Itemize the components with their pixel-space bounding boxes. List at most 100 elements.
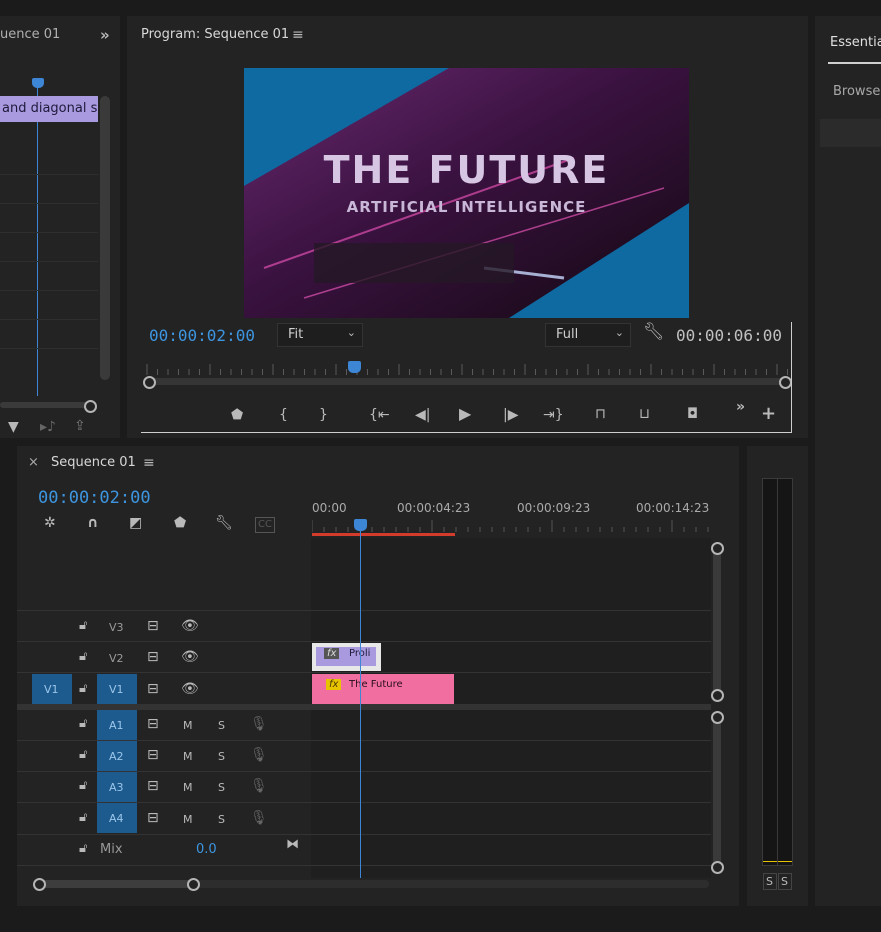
scroll-knob[interactable] [711, 689, 724, 702]
snap-magnet-icon[interactable]: ∩ [87, 516, 98, 530]
lock-icon[interactable]: 🔓︎ [79, 717, 87, 731]
resolution-select[interactable]: Full ⌄ [545, 323, 631, 347]
source-scroll-knob[interactable] [84, 400, 97, 413]
microphone-icon[interactable]: 🎙︎ [250, 779, 268, 793]
scroll-knob[interactable] [711, 711, 724, 724]
microphone-icon[interactable]: 🎙︎ [250, 811, 268, 825]
microphone-icon[interactable]: 🎙︎ [250, 748, 268, 762]
play-icon[interactable]: ▶ [459, 406, 471, 422]
step-forward-icon[interactable]: |▶ [503, 408, 518, 422]
lock-icon[interactable]: 🔓︎ [79, 682, 87, 696]
sync-lock-icon[interactable]: ⊟ [147, 682, 159, 696]
source-tab-label[interactable]: uence 01 [0, 27, 60, 42]
hamburger-icon[interactable]: ≡ [143, 456, 155, 470]
track-target-a1[interactable]: A1 [97, 710, 137, 740]
track-target-a3[interactable]: A3 [97, 772, 137, 802]
solo-right-button[interactable]: S [778, 873, 792, 890]
add-button-icon[interactable]: + [761, 405, 776, 423]
track-name-v3[interactable]: V3 [109, 621, 124, 634]
eye-icon[interactable]: 👁︎ [181, 650, 199, 664]
mute-button[interactable]: M [183, 719, 193, 732]
lock-icon[interactable]: 🔓︎ [79, 842, 87, 856]
export-icon[interactable]: ⇪ [74, 419, 86, 433]
scroll-knob[interactable] [711, 542, 724, 555]
nest-sequence-icon[interactable]: ✲ [44, 516, 56, 530]
sync-lock-icon[interactable]: ⊟ [147, 811, 159, 825]
program-scrubber-bar[interactable] [149, 378, 785, 385]
scroll-knob[interactable] [711, 861, 724, 874]
captions-icon[interactable]: CC [255, 517, 275, 533]
source-playhead-handle[interactable] [32, 78, 44, 88]
timeline-current-time[interactable]: 00:00:02:00 [38, 488, 151, 508]
eye-icon[interactable]: 👁︎ [181, 619, 199, 633]
step-back-icon[interactable]: ◀| [415, 408, 430, 422]
track-target-a4[interactable]: A4 [97, 803, 137, 833]
timeline-ruler-ticks[interactable] [312, 520, 712, 534]
go-to-in-icon[interactable]: {⇤ [369, 408, 390, 422]
solo-button[interactable]: S [218, 781, 225, 794]
mark-out-icon[interactable]: } [319, 408, 328, 422]
sync-lock-icon[interactable]: ⊟ [147, 717, 159, 731]
work-area-bar[interactable] [312, 533, 455, 536]
solo-left-button[interactable]: S [763, 873, 777, 890]
audio-play-icon[interactable]: ▸♪ [40, 420, 56, 434]
mark-in-icon[interactable]: { [279, 408, 288, 422]
add-marker-icon[interactable]: ⬟ [174, 516, 186, 530]
linked-selection-icon[interactable]: ◩ [129, 516, 142, 530]
program-monitor-title[interactable]: Program: Sequence 01 [141, 27, 289, 42]
program-playhead[interactable] [348, 361, 361, 373]
add-marker-icon[interactable]: ⬟ [231, 408, 243, 422]
hamburger-icon[interactable]: ≡ [292, 28, 304, 42]
camera-icon[interactable]: ◘ [687, 407, 698, 421]
lift-icon[interactable]: ⊓ [595, 407, 606, 421]
clip-v2[interactable]: fx Proli [312, 643, 381, 671]
zoom-level-select[interactable]: Fit ⌄ [277, 323, 363, 347]
browse-tab[interactable]: Browse [833, 84, 880, 99]
clip-v1[interactable]: fx The Future [312, 674, 454, 704]
wrench-icon[interactable]: 🔧︎ [215, 516, 233, 530]
mix-value[interactable]: 0.0 [196, 842, 217, 857]
mute-button[interactable]: M [183, 781, 193, 794]
close-tab-icon[interactable]: × [28, 455, 39, 470]
source-clip[interactable]: and diagonal sp [0, 96, 98, 122]
timeline-tab-label[interactable]: Sequence 01 [51, 455, 136, 470]
solo-button[interactable]: S [218, 719, 225, 732]
microphone-icon[interactable]: 🎙︎ [250, 717, 268, 731]
timeline-zoom-bar[interactable] [39, 880, 194, 888]
video-tracks-scrollbar[interactable] [713, 546, 721, 696]
zoom-end-knob[interactable] [187, 878, 200, 891]
eye-icon[interactable]: 👁︎ [181, 682, 199, 696]
track-target-a2[interactable]: A2 [97, 741, 137, 771]
double-chevron-right-icon[interactable]: » [100, 28, 110, 43]
go-to-out-icon[interactable]: ⇥} [543, 408, 564, 422]
essentials-tab[interactable]: Essentia [830, 35, 881, 50]
extract-icon[interactable]: ⊔ [639, 407, 650, 421]
sync-lock-icon[interactable]: ⊟ [147, 650, 159, 664]
sync-lock-icon[interactable]: ⊟ [147, 619, 159, 633]
filter-icon[interactable]: ▼ [8, 420, 19, 434]
program-time-ruler[interactable] [141, 362, 791, 376]
lock-icon[interactable]: 🔓︎ [79, 779, 87, 793]
lock-icon[interactable]: 🔓︎ [79, 811, 87, 825]
double-chevron-right-icon[interactable]: » [736, 400, 745, 414]
solo-button[interactable]: S [218, 813, 225, 826]
scrubber-start-knob[interactable] [143, 376, 156, 389]
audio-tracks-scrollbar[interactable] [713, 716, 721, 866]
program-current-time[interactable]: 00:00:02:00 [149, 326, 255, 345]
source-patch-v1[interactable]: V1 [32, 674, 72, 704]
zoom-start-knob[interactable] [33, 878, 46, 891]
bowtie-icon[interactable]: ⧓ [286, 838, 299, 852]
track-target-v1[interactable]: V1 [97, 674, 137, 704]
source-horizontal-scrollbar[interactable] [0, 402, 92, 408]
lock-icon[interactable]: 🔓︎ [79, 619, 87, 633]
sync-lock-icon[interactable]: ⊟ [147, 748, 159, 762]
lock-icon[interactable]: 🔓︎ [79, 748, 87, 762]
track-name-v2[interactable]: V2 [109, 652, 124, 665]
mute-button[interactable]: M [183, 750, 193, 763]
source-vertical-scrollbar[interactable] [100, 96, 110, 380]
wrench-icon[interactable]: 🔧︎ [643, 324, 665, 341]
solo-button[interactable]: S [218, 750, 225, 763]
sync-lock-icon[interactable]: ⊟ [147, 779, 159, 793]
lock-icon[interactable]: 🔓︎ [79, 650, 87, 664]
mute-button[interactable]: M [183, 813, 193, 826]
